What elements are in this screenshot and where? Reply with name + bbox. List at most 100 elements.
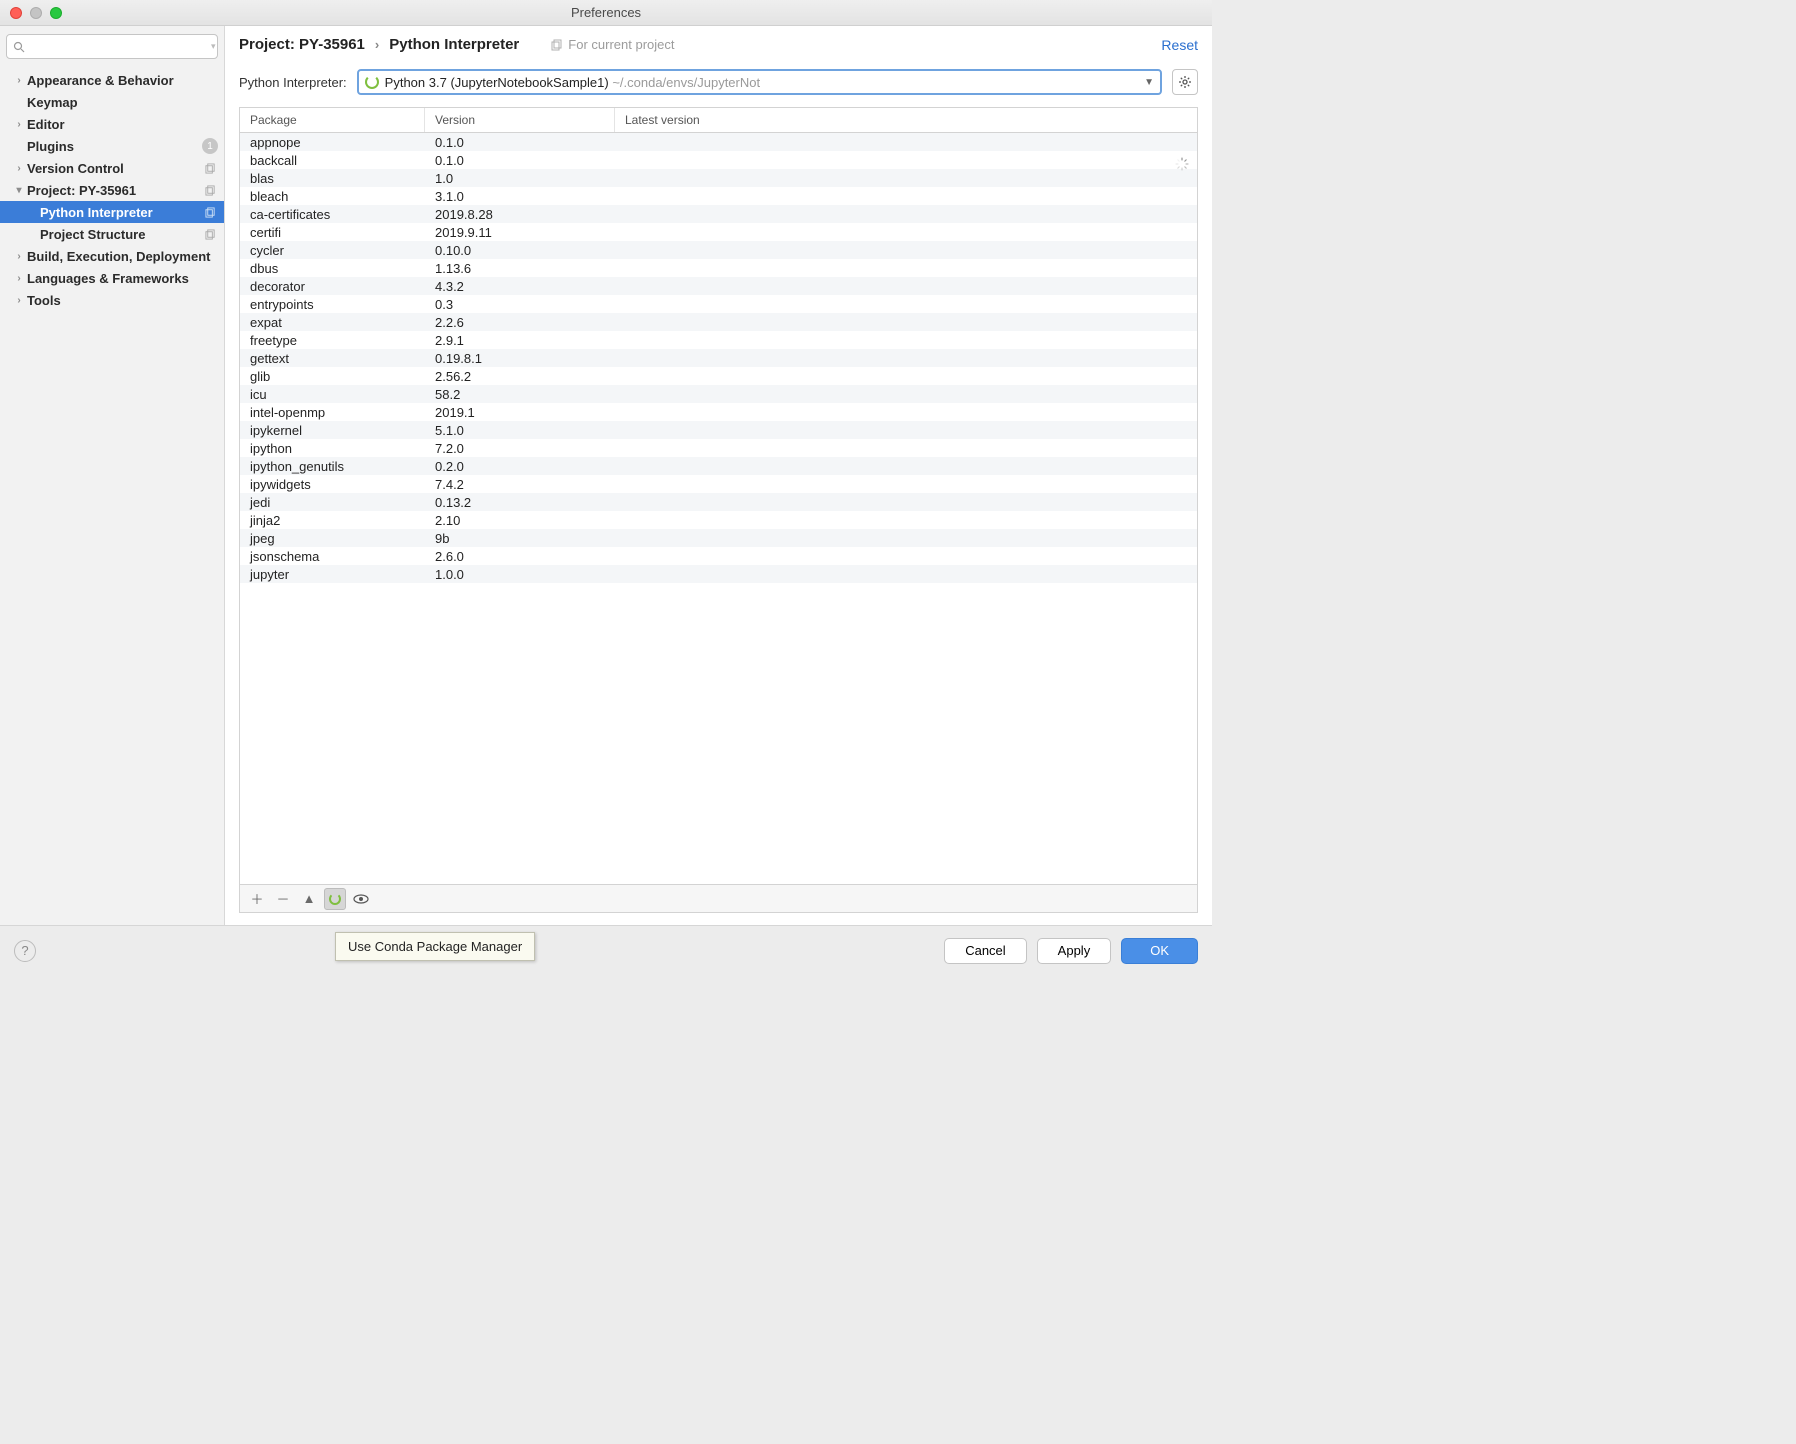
cell-package: jupyter	[240, 567, 425, 582]
expand-arrow-icon: ›	[13, 295, 25, 306]
show-early-releases-button[interactable]	[350, 888, 372, 910]
table-row[interactable]: ipython7.2.0	[240, 439, 1197, 457]
sidebar-item[interactable]: ›Tools	[0, 289, 224, 311]
table-row[interactable]: jpeg9b	[240, 529, 1197, 547]
sidebar-item[interactable]: Project Structure	[0, 223, 224, 245]
table-row[interactable]: jupyter1.0.0	[240, 565, 1197, 583]
table-row[interactable]: ipywidgets7.4.2	[240, 475, 1197, 493]
table-row[interactable]: intel-openmp2019.1	[240, 403, 1197, 421]
table-row[interactable]: jedi0.13.2	[240, 493, 1197, 511]
cell-version: 7.2.0	[425, 441, 615, 456]
sidebar-item-label: Version Control	[27, 161, 124, 176]
table-row[interactable]: bleach3.1.0	[240, 187, 1197, 205]
cell-package: intel-openmp	[240, 405, 425, 420]
main-panel: Project: PY-35961 › Python Interpreter F…	[225, 26, 1212, 925]
cell-package: expat	[240, 315, 425, 330]
table-row[interactable]: jsonschema2.6.0	[240, 547, 1197, 565]
add-package-button[interactable]: ＋	[246, 888, 268, 910]
remove-package-button[interactable]: －	[272, 888, 294, 910]
cell-version: 2.2.6	[425, 315, 615, 330]
table-row[interactable]: cycler0.10.0	[240, 241, 1197, 259]
reset-link[interactable]: Reset	[1161, 37, 1198, 53]
table-row[interactable]: dbus1.13.6	[240, 259, 1197, 277]
cell-package: ipython_genutils	[240, 459, 425, 474]
search-icon	[13, 41, 25, 53]
conda-package-manager-button[interactable]	[324, 888, 346, 910]
cell-version: 4.3.2	[425, 279, 615, 294]
sidebar-item[interactable]: ›Editor	[0, 113, 224, 135]
table-row[interactable]: ca-certificates2019.8.28	[240, 205, 1197, 223]
upgrade-package-button[interactable]: ▲	[298, 888, 320, 910]
table-row[interactable]: certifi2019.9.11	[240, 223, 1197, 241]
interpreter-label: Python Interpreter:	[239, 75, 347, 90]
sidebar-item[interactable]: ›Keymap	[0, 91, 224, 113]
sidebar-item[interactable]: ›Version Control	[0, 157, 224, 179]
cell-version: 5.1.0	[425, 423, 615, 438]
cell-version: 0.1.0	[425, 153, 615, 168]
table-row[interactable]: appnope0.1.0	[240, 133, 1197, 151]
sidebar-item-label: Appearance & Behavior	[27, 73, 174, 88]
titlebar: Preferences	[0, 0, 1212, 26]
interpreter-settings-button[interactable]	[1172, 69, 1198, 95]
ok-button[interactable]: OK	[1121, 938, 1198, 964]
cell-version: 2.6.0	[425, 549, 615, 564]
cell-package: entrypoints	[240, 297, 425, 312]
cell-version: 0.1.0	[425, 135, 615, 150]
table-row[interactable]: ipython_genutils0.2.0	[240, 457, 1197, 475]
search-input[interactable]: ▾	[6, 34, 218, 59]
table-row[interactable]: freetype2.9.1	[240, 331, 1197, 349]
cell-version: 1.0	[425, 171, 615, 186]
sidebar: ▾ ›Appearance & Behavior›Keymap›Editor›P…	[0, 26, 225, 925]
table-row[interactable]: entrypoints0.3	[240, 295, 1197, 313]
cell-package: backcall	[240, 153, 425, 168]
dropdown-icon[interactable]: ▾	[211, 41, 216, 52]
sidebar-item-label: Plugins	[27, 139, 74, 154]
cell-package: blas	[240, 171, 425, 186]
cell-version: 2019.8.28	[425, 207, 615, 222]
cancel-button[interactable]: Cancel	[944, 938, 1026, 964]
sidebar-item-label: Build, Execution, Deployment	[27, 249, 210, 264]
expand-arrow-icon: ›	[13, 251, 25, 262]
cell-package: jsonschema	[240, 549, 425, 564]
cell-package: jpeg	[240, 531, 425, 546]
cell-package: freetype	[240, 333, 425, 348]
sidebar-item[interactable]: ›Plugins1	[0, 135, 224, 157]
sidebar-item[interactable]: ▾Project: PY-35961	[0, 179, 224, 201]
cell-package: cycler	[240, 243, 425, 258]
table-row[interactable]: jinja22.10	[240, 511, 1197, 529]
cell-package: gettext	[240, 351, 425, 366]
column-header-version[interactable]: Version	[425, 108, 615, 132]
table-row[interactable]: decorator4.3.2	[240, 277, 1197, 295]
cell-package: appnope	[240, 135, 425, 150]
tooltip: Use Conda Package Manager	[335, 932, 535, 961]
cell-package: icu	[240, 387, 425, 402]
copy-icon	[205, 163, 216, 174]
sidebar-item[interactable]: ›Appearance & Behavior	[0, 69, 224, 91]
copy-icon	[205, 185, 216, 196]
table-row[interactable]: blas1.0	[240, 169, 1197, 187]
table-row[interactable]: ipykernel5.1.0	[240, 421, 1197, 439]
help-button[interactable]: ?	[14, 940, 36, 962]
interpreter-combobox[interactable]: Python 3.7 (JupyterNotebookSample1) ~/.c…	[357, 69, 1162, 95]
cell-package: jinja2	[240, 513, 425, 528]
breadcrumb-project: Project: PY-35961	[239, 36, 365, 53]
minus-icon: －	[276, 889, 289, 908]
table-row[interactable]: icu58.2	[240, 385, 1197, 403]
table-row[interactable]: glib2.56.2	[240, 367, 1197, 385]
table-row[interactable]: expat2.2.6	[240, 313, 1197, 331]
sidebar-item[interactable]: ›Languages & Frameworks	[0, 267, 224, 289]
cell-package: dbus	[240, 261, 425, 276]
table-row[interactable]: gettext0.19.8.1	[240, 349, 1197, 367]
table-row[interactable]: backcall0.1.0	[240, 151, 1197, 169]
cell-version: 2019.1	[425, 405, 615, 420]
column-header-latest[interactable]: Latest version	[615, 108, 1197, 132]
conda-ring-icon	[329, 893, 341, 905]
column-header-package[interactable]: Package	[240, 108, 425, 132]
sidebar-item[interactable]: ›Build, Execution, Deployment	[0, 245, 224, 267]
sidebar-item[interactable]: Python Interpreter	[0, 201, 224, 223]
cell-package: decorator	[240, 279, 425, 294]
window-title: Preferences	[0, 5, 1212, 20]
apply-button[interactable]: Apply	[1037, 938, 1112, 964]
cell-package: ca-certificates	[240, 207, 425, 222]
copy-icon	[205, 229, 216, 240]
